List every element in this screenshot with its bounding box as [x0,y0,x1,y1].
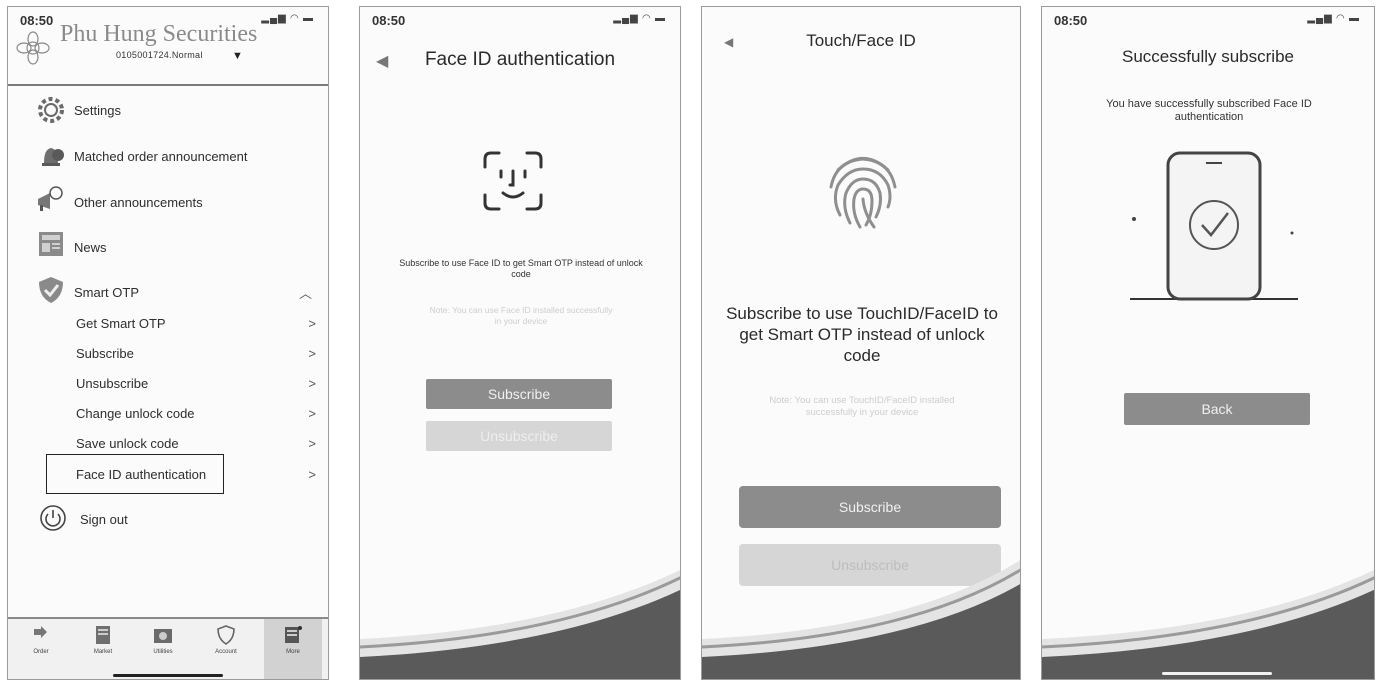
tab-order[interactable]: Order [16,625,66,655]
home-indicator [113,674,223,677]
bottom-tab-bar: Order Market Utilities Account More [8,617,328,679]
fingerprint-icon [829,157,897,229]
tab-more[interactable]: More [264,619,322,679]
utilities-icon [154,629,172,643]
tab-market[interactable]: Market [78,625,128,655]
submenu-label: Subscribe [76,346,134,361]
status-time: 08:50 [372,13,406,28]
page-title: Touch/Face ID [806,31,916,50]
chevron-right-icon: > [308,346,316,361]
note-text: Note: You can use Face ID installed succ… [429,305,613,326]
success-message: You have successfully subscribed Face ID… [1106,98,1312,123]
submenu-save-unlock-code[interactable]: Save unlock code > [76,436,316,451]
submenu-label: Get Smart OTP [76,316,166,331]
highlight-box [46,454,224,494]
bell-icon [42,148,64,166]
tab-label: Market [93,649,113,655]
decorative-wave [702,560,1020,679]
submenu-label: Unsubscribe [76,376,149,391]
tab-account[interactable]: Account [201,625,251,655]
tab-utilities[interactable]: Utilities [138,625,188,655]
submenu-change-unlock-code[interactable]: Change unlock code > [76,406,316,421]
header-divider [8,84,328,86]
newspaper-icon [39,232,63,256]
tab-label: Order [33,649,49,655]
phone-screen-touch-face-id: ◀ Touch/Face ID Subscribe to use TouchID… [701,6,1021,680]
chevron-up-icon[interactable]: ︿ [299,283,312,302]
subscribe-button[interactable]: Subscribe [426,379,612,409]
menu-settings[interactable]: Settings [74,103,121,118]
note-text: Note: You can use TouchID/FaceID install… [769,395,955,418]
tab-label: Account [215,649,237,655]
menu-matched-order[interactable]: Matched order announcement [74,149,247,164]
page-title: Face ID authentication [424,49,616,70]
subscribe-button[interactable]: Subscribe [739,486,1001,528]
chevron-right-icon: > [308,467,316,482]
status-bar: 08:50 ▂▄▆ ◠ ▬ [1054,13,1360,29]
chevron-right-icon: > [308,436,316,451]
signal-wifi-battery-icon: ▂▄▆ ◠ ▬ [1307,13,1360,24]
page-title: Successfully subscribe [1122,47,1294,66]
account-number[interactable]: 0105001724.Normal [116,50,203,60]
account-dropdown-icon[interactable]: ▼ [232,50,243,62]
menu-sign-out[interactable]: Sign out [80,512,128,527]
chevron-right-icon: > [308,406,316,421]
phone-screen-success: 08:50 ▂▄▆ ◠ ▬ Successfully subscribe You… [1041,6,1375,680]
shield-check-icon [39,277,63,303]
description-text: Subscribe to use Face ID to get Smart OT… [399,258,643,279]
tab-label: Utilities [153,649,173,655]
gear-icon [38,97,64,123]
status-bar: 08:50 ▂▄▆ ◠ ▬ [372,13,666,29]
menu-other-announcements[interactable]: Other announcements [74,195,203,210]
account-icon [217,625,235,645]
decorative-wave [1042,569,1374,679]
menu-smart-otp[interactable]: Smart OTP [74,285,139,300]
brand-header: Phu Hung Securities 0105001724.Normal ▼ [14,21,314,69]
power-icon [40,505,66,531]
status-time: 08:50 [1054,13,1088,28]
submenu-subscribe[interactable]: Subscribe > [76,346,316,361]
brand-name: Phu Hung Securities [60,21,258,47]
signal-wifi-battery-icon: ▂▄▆ ◠ ▬ [613,13,666,24]
order-icon [34,626,47,638]
chevron-right-icon: > [308,376,316,391]
back-button[interactable]: Back [1124,393,1310,425]
submenu-label: Change unlock code [76,406,195,421]
unsubscribe-button[interactable]: Unsubscribe [426,421,612,451]
company-logo-icon [16,31,50,65]
tab-label: More [286,649,300,655]
home-indicator [1162,672,1272,675]
more-icon [285,626,302,643]
phone-screen-more-menu: 08:50 ▂▄▆ ◠ ▬ Phu Hung Securities 010500… [7,6,329,680]
description-text: Subscribe to use TouchID/FaceID to get S… [726,304,998,365]
submenu-get-smart-otp[interactable]: Get Smart OTP > [76,316,316,331]
menu-news[interactable]: News [74,240,107,255]
submenu-label: Save unlock code [76,436,179,451]
face-id-icon [483,151,543,211]
chevron-right-icon: > [308,316,316,331]
megaphone-icon [38,186,63,211]
phone-success-illustration [1130,151,1298,301]
market-icon [96,626,110,644]
decorative-wave [360,569,680,679]
submenu-unsubscribe[interactable]: Unsubscribe > [76,376,316,391]
phone-screen-face-id: 08:50 ▂▄▆ ◠ ▬ ◀ Face ID authentication S… [359,6,681,680]
